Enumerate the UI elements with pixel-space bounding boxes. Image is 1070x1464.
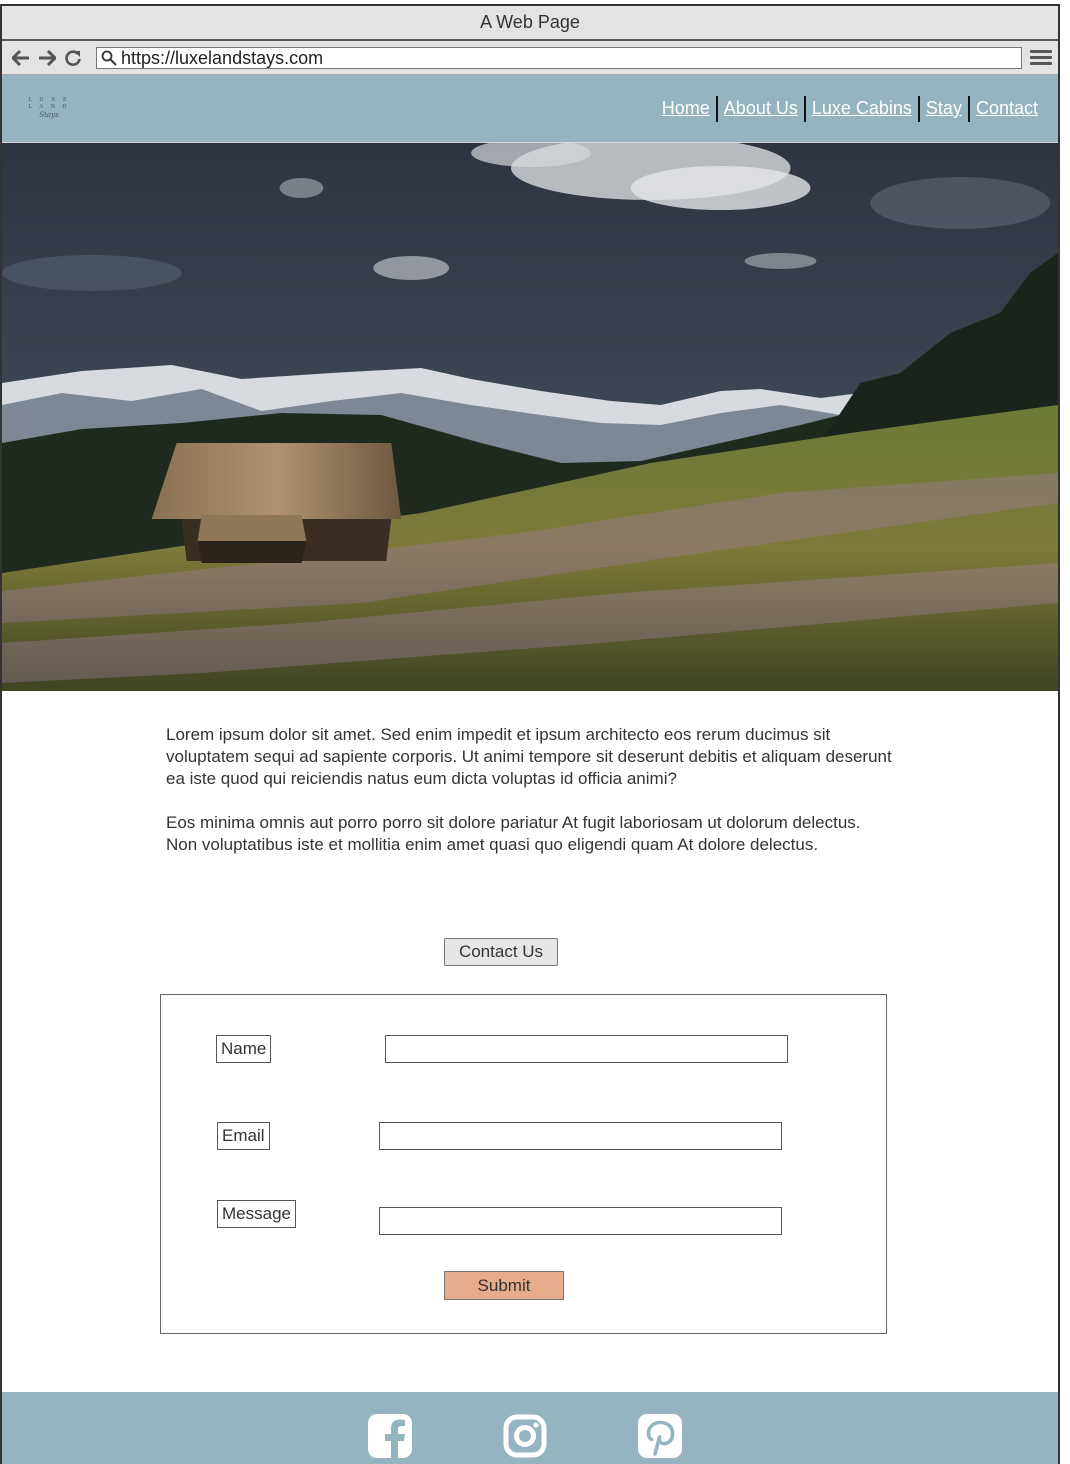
message-label: Message <box>217 1200 296 1228</box>
site-footer <box>2 1392 1058 1464</box>
forward-button[interactable] <box>34 45 60 71</box>
facebook-icon[interactable] <box>368 1414 412 1458</box>
message-input[interactable] <box>379 1207 782 1235</box>
site-logo[interactable]: L U X E L A N D Stays <box>28 94 70 124</box>
nav-luxe-cabins-link[interactable]: Luxe Cabins <box>806 98 918 119</box>
nav-stay-link[interactable]: Stay <box>920 98 968 119</box>
name-input[interactable] <box>385 1035 788 1063</box>
forward-icon <box>39 49 56 66</box>
search-icon <box>101 50 117 66</box>
email-label: Email <box>217 1122 270 1150</box>
intro-paragraph-2: Eos minima omnis aut porro porro sit dol… <box>166 813 861 854</box>
intro-paragraph-1: Lorem ipsum dolor sit amet. Sed enim imp… <box>166 725 892 788</box>
nav-home-link[interactable]: Home <box>656 98 716 119</box>
name-label: Name <box>216 1035 272 1063</box>
url-text: https://luxelandstays.com <box>121 47 324 68</box>
pinterest-icon[interactable] <box>638 1414 682 1458</box>
window-title-bar: A Web Page <box>2 6 1058 41</box>
hero-image <box>2 143 1058 691</box>
instagram-icon[interactable] <box>503 1414 547 1458</box>
contact-form: Name Email Message Submit <box>160 994 887 1334</box>
menu-icon <box>1030 50 1052 53</box>
site-header: L U X E L A N D Stays Home About Us Luxe… <box>2 75 1058 143</box>
logo-script: Stays <box>39 111 59 119</box>
logo-line-1: L U X E <box>28 97 70 103</box>
window-title: A Web Page <box>480 12 580 32</box>
submit-button[interactable]: Submit <box>444 1271 564 1300</box>
logo-line-2: L A N D <box>28 104 70 110</box>
back-icon <box>12 49 29 66</box>
reload-icon <box>65 49 81 66</box>
email-input[interactable] <box>379 1122 782 1150</box>
address-bar[interactable]: https://luxelandstays.com <box>96 46 1022 69</box>
contact-us-button[interactable]: Contact Us <box>444 938 558 966</box>
browser-menu-button[interactable] <box>1030 47 1052 69</box>
main-nav: Home About Us Luxe Cabins Stay Contact <box>656 95 1044 122</box>
back-button[interactable] <box>8 45 34 71</box>
browser-window: A Web Page https://luxelandstays.com L U… <box>0 4 1060 1464</box>
nav-contact-link[interactable]: Contact <box>970 98 1044 119</box>
reload-button[interactable] <box>60 45 86 71</box>
intro-text: Lorem ipsum dolor sit amet. Sed enim imp… <box>2 691 896 856</box>
browser-toolbar: https://luxelandstays.com <box>2 41 1058 75</box>
nav-about-link[interactable]: About Us <box>718 98 804 119</box>
